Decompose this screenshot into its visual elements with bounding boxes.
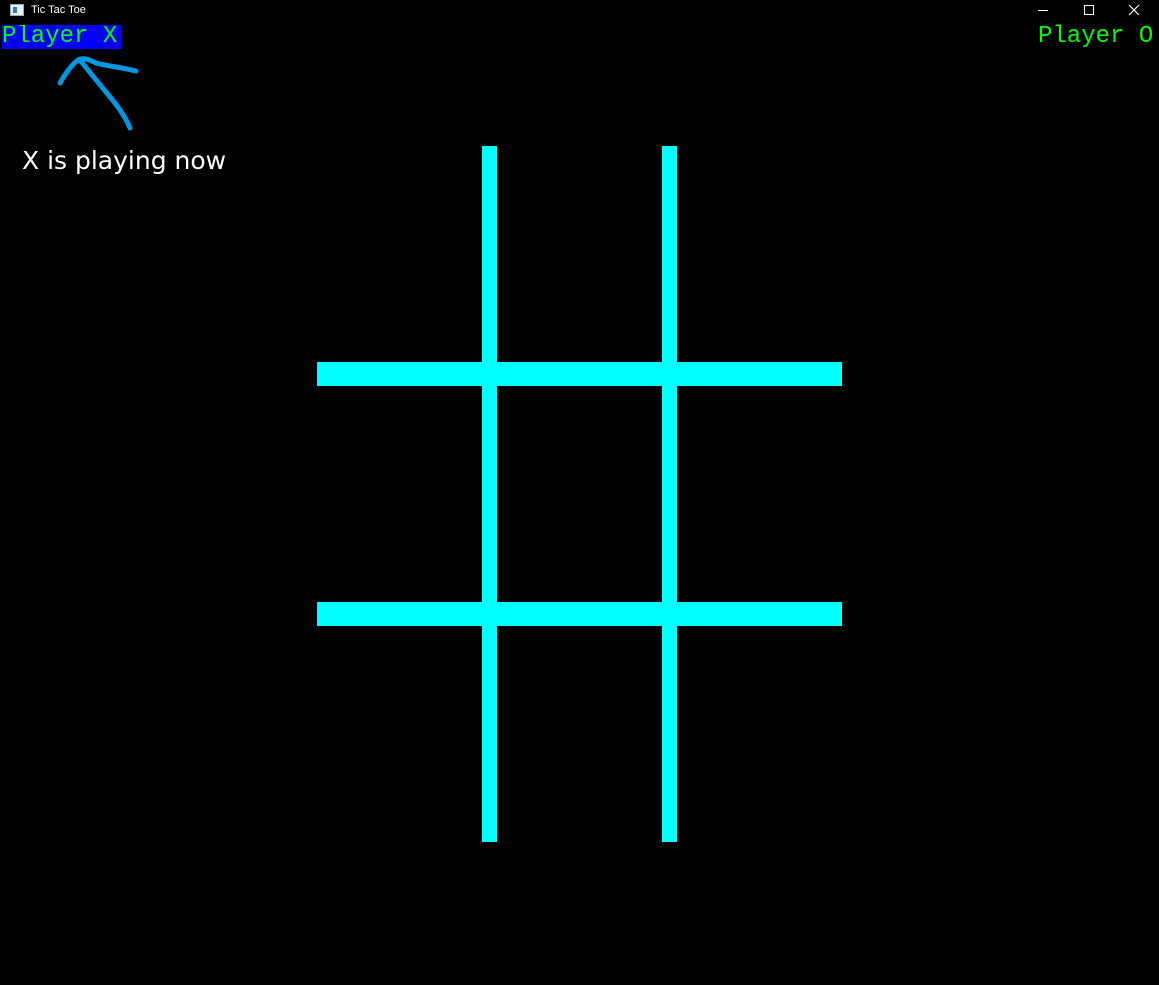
board-cell-3[interactable] — [677, 146, 842, 362]
board-cell-8[interactable] — [497, 626, 662, 842]
board-cell-5[interactable] — [497, 386, 662, 602]
player-o-label: Player O — [1038, 23, 1154, 50]
close-button[interactable] — [1111, 0, 1156, 21]
app-window-icon — [10, 4, 24, 16]
maximize-icon — [1084, 5, 1094, 15]
minimize-button[interactable] — [1020, 0, 1065, 21]
board-cell-2[interactable] — [497, 146, 662, 362]
maximize-button[interactable] — [1066, 0, 1111, 21]
hand-drawn-arrow-icon — [57, 56, 139, 131]
window-title: Tic Tac Toe — [31, 4, 86, 16]
board-cell-1[interactable] — [317, 146, 482, 362]
grid-line-horizontal — [317, 362, 842, 386]
board-cell-4[interactable] — [317, 386, 482, 602]
close-icon — [1128, 4, 1140, 16]
board-cell-6[interactable] — [677, 386, 842, 602]
minimize-icon — [1038, 10, 1048, 11]
board-cell-9[interactable] — [677, 626, 842, 842]
grid-line-vertical — [662, 146, 677, 842]
game-window: Tic Tac Toe Player X Player O X is playi… — [0, 0, 1159, 985]
grid-line-horizontal — [317, 602, 842, 626]
title-bar[interactable]: Tic Tac Toe — [0, 0, 1159, 21]
board-cell-7[interactable] — [317, 626, 482, 842]
grid-line-vertical — [482, 146, 497, 842]
player-x-label: Player X — [2, 25, 122, 49]
annotation-text: X is playing now — [22, 146, 227, 175]
